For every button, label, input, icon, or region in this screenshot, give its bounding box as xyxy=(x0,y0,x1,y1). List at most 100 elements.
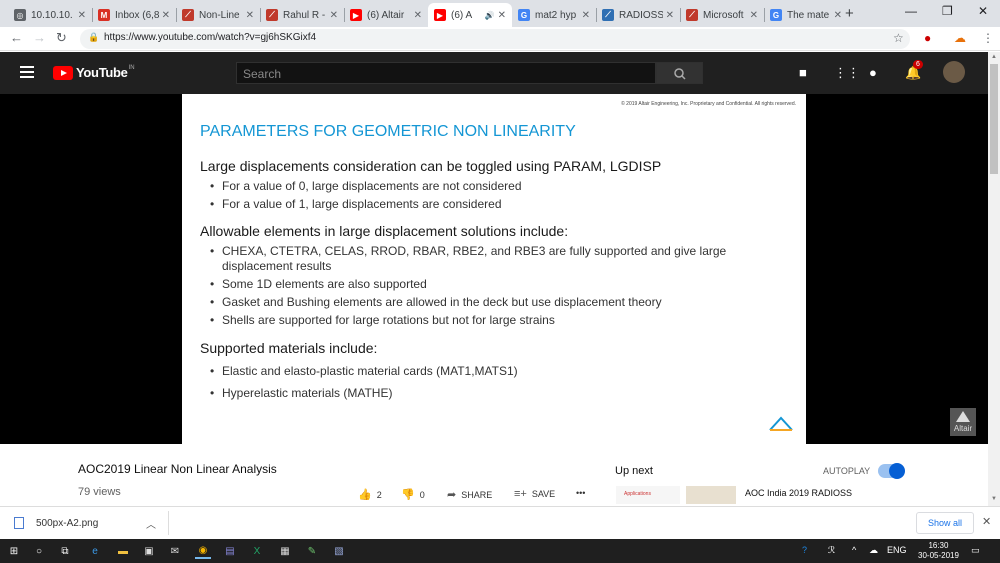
browser-tab[interactable]: M Inbox (6,8 ✕ xyxy=(92,3,176,27)
slide-bullet: Elastic and elasto-plastic material card… xyxy=(210,364,797,379)
close-tab-icon[interactable]: ✕ xyxy=(834,10,842,21)
share-button[interactable]: ➦ SHARE xyxy=(447,488,492,501)
search-button[interactable] xyxy=(656,62,703,84)
tab-label: Rahul R - xyxy=(283,9,326,21)
chrome-icon[interactable]: ◉ xyxy=(195,543,211,559)
browser-tab[interactable]: ⟋ RADIOSS ✕ xyxy=(596,3,680,27)
browser-tab[interactable]: G The mate ✕ xyxy=(764,3,848,27)
reload-button[interactable]: ↻ xyxy=(56,30,67,46)
autoplay-label: AUTOPLAY xyxy=(823,466,871,476)
tab-separator xyxy=(764,8,765,22)
browser-tab[interactable]: ⟋ Non-Line ✕ xyxy=(176,3,260,27)
app-icon-3[interactable]: ▧ xyxy=(331,543,347,559)
download-item[interactable]: 500px-A2.png xyxy=(14,517,98,529)
audio-playing-icon[interactable]: 🔊 xyxy=(485,11,495,20)
network-icon[interactable]: ☁ xyxy=(869,545,878,556)
notification-badge: 6 xyxy=(913,60,923,69)
tab-separator xyxy=(92,8,93,22)
search-circle-icon[interactable]: ○ xyxy=(31,543,47,559)
close-tab-icon[interactable]: ✕ xyxy=(498,10,506,21)
slide-bullet: Some 1D elements are also supported xyxy=(210,277,797,292)
more-actions-button[interactable]: ••• xyxy=(576,488,585,498)
browser-tab[interactable]: ⟋ Microsoft ✕ xyxy=(680,3,764,27)
browser-tab[interactable]: ▶ (6) A 🔊 ✕ xyxy=(428,3,512,27)
store-icon[interactable]: ▣ xyxy=(141,543,157,559)
maximize-button[interactable]: ❐ xyxy=(942,4,953,18)
messages-icon[interactable]: ● xyxy=(869,65,877,80)
slide-heading: Supported materials include: xyxy=(200,340,378,356)
menu-kebab-icon[interactable]: ⋮ xyxy=(982,31,994,45)
new-tab-button[interactable]: + xyxy=(845,5,854,22)
up-next-label: Up next xyxy=(615,465,653,477)
windows-start-icon[interactable]: ⊞ xyxy=(6,543,22,559)
globe-icon: ◎ xyxy=(14,9,26,21)
file-explorer-icon[interactable]: ▬ xyxy=(115,543,131,559)
browser-tab[interactable]: ⟋ Rahul R - ✕ xyxy=(260,3,344,27)
tab-label: 10.10.10. xyxy=(31,9,73,21)
chevron-up-icon[interactable]: ︿ xyxy=(146,516,156,531)
forward-button[interactable]: → xyxy=(33,30,46,45)
close-window-button[interactable]: ✕ xyxy=(978,4,988,18)
url-text[interactable]: https://www.youtube.com/watch?v=gj6hSKGi… xyxy=(104,32,316,43)
youtube-wordmark: YouTube xyxy=(76,65,128,80)
windows-taskbar: ⊞ ○ ⧉ e ▬ ▣ ✉ ◉ ▤ X ▦ ✎ ▧ ? ℛ ^ ☁ ENG 16… xyxy=(0,539,1000,563)
tab-separator xyxy=(176,8,177,22)
task-view-icon[interactable]: ⧉ xyxy=(57,543,73,559)
tab-label: Inbox (6,8 xyxy=(115,9,159,21)
people-icon[interactable]: ℛ xyxy=(828,545,835,556)
search-input[interactable]: Search xyxy=(236,62,656,84)
google-icon: G xyxy=(770,9,782,21)
avatar[interactable] xyxy=(943,61,965,83)
browser-tab[interactable]: ▶ (6) Altair ✕ xyxy=(344,3,428,27)
minimize-button[interactable]: — xyxy=(905,4,917,18)
extension-icon[interactable]: ● xyxy=(924,31,931,45)
save-button[interactable]: ≡+ SAVE xyxy=(514,488,555,500)
browser-tab[interactable]: ◎ 10.10.10. ✕ xyxy=(8,3,92,27)
next-video-title[interactable]: AOC India 2019 RADIOSS xyxy=(745,488,852,498)
hamburger-menu-icon[interactable] xyxy=(20,66,34,78)
page-scrollbar[interactable]: ▲ ▼ xyxy=(988,52,1000,506)
autoplay-toggle[interactable] xyxy=(878,463,905,479)
close-tab-icon[interactable]: ✕ xyxy=(78,10,86,21)
chevron-up-tray-icon[interactable]: ^ xyxy=(852,545,856,555)
show-all-button[interactable]: Show all xyxy=(916,512,974,534)
close-tab-icon[interactable]: ✕ xyxy=(414,10,422,21)
close-tab-icon[interactable]: ✕ xyxy=(666,10,674,21)
like-button[interactable]: 👍 2 xyxy=(358,488,382,501)
language-indicator[interactable]: ENG xyxy=(887,545,907,555)
next-video-thumbnail-2[interactable] xyxy=(686,486,736,504)
browser-tab[interactable]: Gmat2 hyp ✕ xyxy=(512,3,596,27)
close-icon[interactable]: ✕ xyxy=(982,515,991,528)
scroll-down-arrow-icon[interactable]: ▼ xyxy=(991,496,997,502)
close-tab-icon[interactable]: ✕ xyxy=(750,10,758,21)
tab-label: Microsoft xyxy=(703,9,744,21)
youtube-logo[interactable]: YouTube IN xyxy=(53,65,135,80)
close-tab-icon[interactable]: ✕ xyxy=(162,10,170,21)
tab-separator xyxy=(344,8,345,22)
paint-icon[interactable]: ✎ xyxy=(304,543,320,559)
scroll-up-arrow-icon[interactable]: ▲ xyxy=(991,54,997,60)
excel-icon[interactable]: X xyxy=(249,543,265,559)
create-video-icon[interactable]: ■ xyxy=(799,65,807,80)
help-icon[interactable]: ? xyxy=(802,545,807,555)
divider xyxy=(168,511,169,535)
app-icon[interactable]: ▤ xyxy=(222,543,238,559)
edge-icon[interactable]: e xyxy=(87,543,103,559)
bookmark-star-icon[interactable]: ☆ xyxy=(893,31,904,45)
close-tab-icon[interactable]: ✕ xyxy=(330,10,338,21)
notification-center-icon[interactable]: ▭ xyxy=(971,545,980,556)
dislike-button[interactable]: 👎 0 xyxy=(401,488,425,501)
search-icon xyxy=(674,68,686,80)
extension-icon-2[interactable]: ☁ xyxy=(954,31,966,45)
altair-icon: ⟋ xyxy=(182,9,194,21)
close-tab-icon[interactable]: ✕ xyxy=(246,10,254,21)
scrollbar-thumb[interactable] xyxy=(990,64,998,174)
clock[interactable]: 16:30 30-05-2019 xyxy=(918,541,959,561)
apps-grid-icon[interactable]: ⋮⋮ xyxy=(834,65,860,81)
close-tab-icon[interactable]: ✕ xyxy=(582,10,590,21)
tab-separator xyxy=(596,8,597,22)
mail-icon[interactable]: ✉ xyxy=(167,543,183,559)
next-video-thumbnail[interactable]: Applications xyxy=(616,486,680,504)
app-icon-2[interactable]: ▦ xyxy=(277,543,293,559)
back-button[interactable]: ← xyxy=(10,30,23,45)
